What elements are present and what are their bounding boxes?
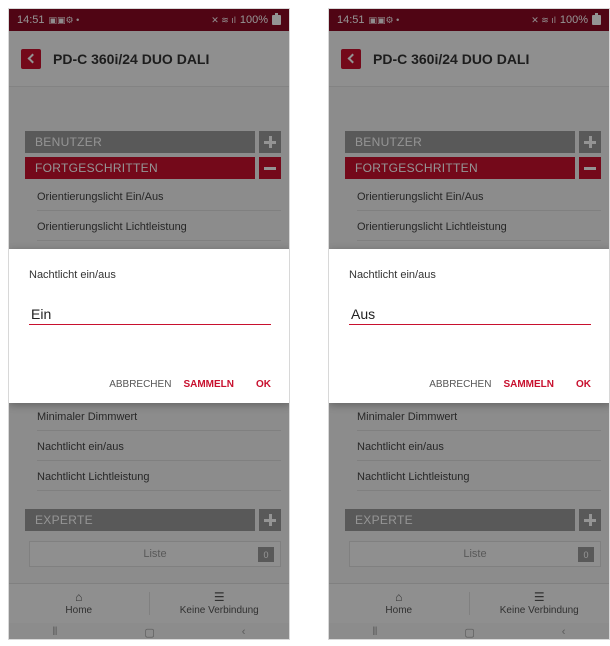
- value-dialog: Nachtlicht ein/aus ABBRECHEN SAMMELN OK: [329, 249, 609, 403]
- value-dialog: Nachtlicht ein/aus ABBRECHEN SAMMELN OK: [9, 249, 289, 403]
- cancel-button[interactable]: ABBRECHEN: [109, 379, 171, 390]
- dialog-actions: ABBRECHEN SAMMELN OK: [429, 379, 591, 390]
- cancel-button[interactable]: ABBRECHEN: [429, 379, 491, 390]
- collect-button[interactable]: SAMMELN: [183, 379, 234, 390]
- ok-button[interactable]: OK: [576, 379, 591, 390]
- ok-button[interactable]: OK: [256, 379, 271, 390]
- collect-button[interactable]: SAMMELN: [503, 379, 554, 390]
- dialog-title: Nachtlicht ein/aus: [29, 269, 116, 281]
- dialog-actions: ABBRECHEN SAMMELN OK: [109, 379, 271, 390]
- dialog-value-input[interactable]: [29, 303, 271, 325]
- dialog-value-input[interactable]: [349, 303, 591, 325]
- dialog-title: Nachtlicht ein/aus: [349, 269, 436, 281]
- phone-screen-right: 14:51 ▣▣⚙ • ✕ ≋ ıl 100% PD-C 360i/24 DUO…: [328, 8, 610, 640]
- phone-screen-left: 14:51 ▣▣⚙ • ✕ ≋ ıl 100% PD-C 360i/24 DUO…: [8, 8, 290, 640]
